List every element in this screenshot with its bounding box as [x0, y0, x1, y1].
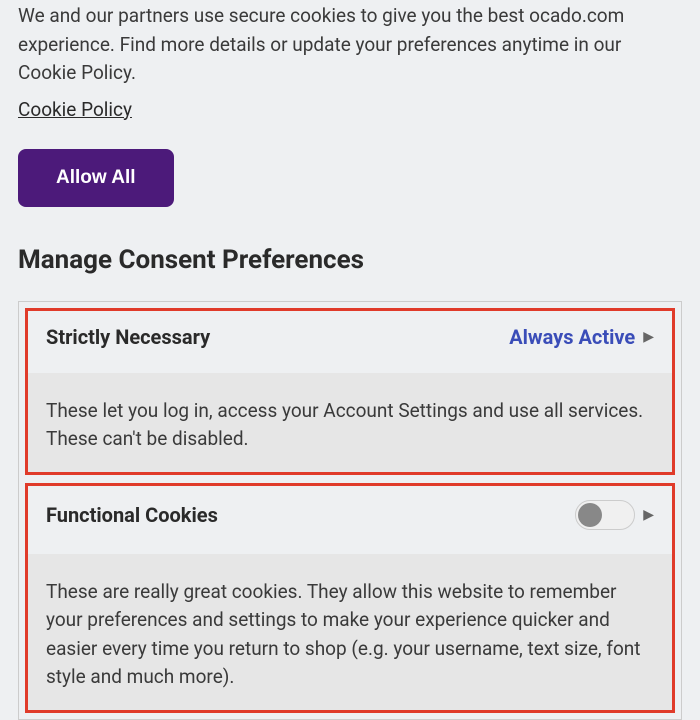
- cookie-policy-link[interactable]: Cookie Policy: [18, 98, 132, 121]
- category-header[interactable]: Strictly Necessary Always Active ▶: [28, 311, 672, 363]
- chevron-right-icon: ▶: [643, 507, 654, 523]
- category-strictly-necessary: Strictly Necessary Always Active ▶ These…: [25, 308, 675, 475]
- category-header-right: Always Active ▶: [509, 325, 654, 349]
- section-heading: Manage Consent Preferences: [18, 245, 682, 275]
- category-title: Strictly Necessary: [46, 325, 210, 349]
- functional-cookies-toggle[interactable]: [575, 500, 635, 530]
- allow-all-button[interactable]: Allow All: [18, 149, 174, 207]
- category-header[interactable]: Functional Cookies ▶: [28, 486, 672, 544]
- category-description: These are really great cookies. They all…: [28, 554, 672, 710]
- category-header-right: ▶: [575, 500, 654, 530]
- intro-text: We and our partners use secure cookies t…: [18, 0, 682, 88]
- category-functional-cookies: Functional Cookies ▶ These are really gr…: [25, 483, 675, 713]
- category-description: These let you log in, access your Accoun…: [28, 373, 672, 472]
- toggle-knob: [578, 503, 602, 527]
- consent-accordion: Strictly Necessary Always Active ▶ These…: [18, 301, 682, 720]
- category-title: Functional Cookies: [46, 503, 218, 527]
- chevron-right-icon: ▶: [643, 329, 654, 345]
- always-active-label: Always Active: [509, 325, 635, 349]
